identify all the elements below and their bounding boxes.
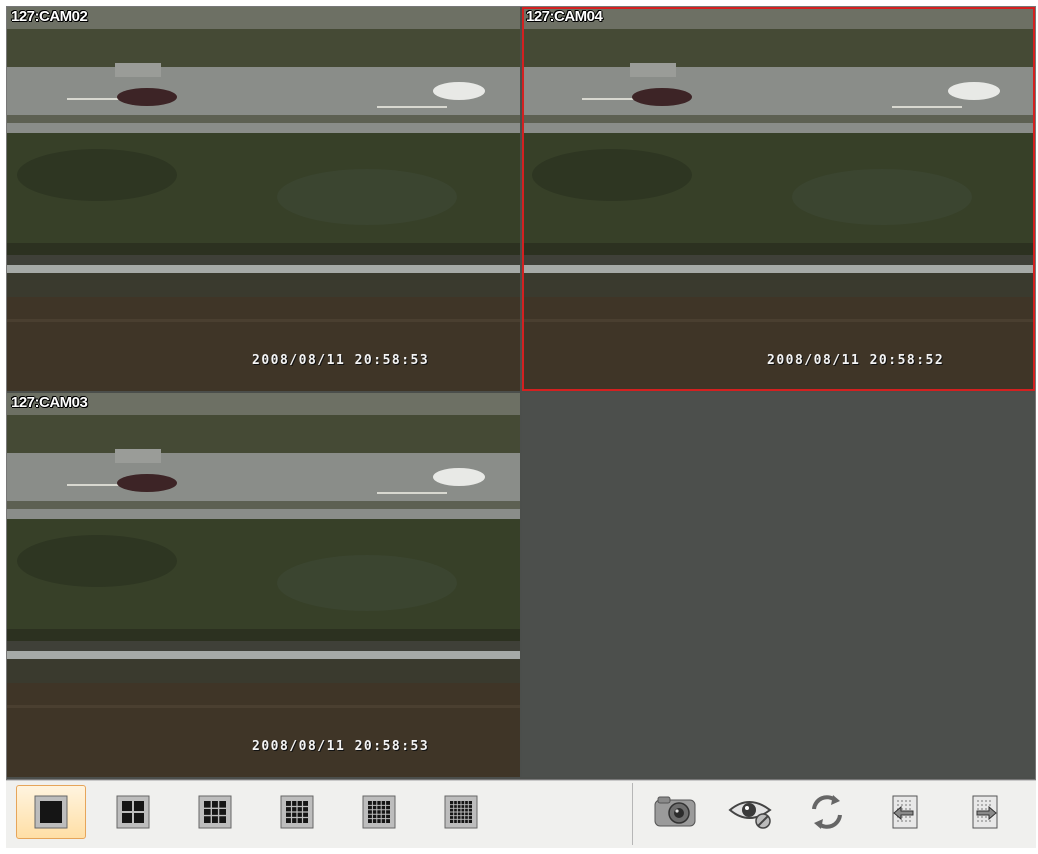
camera-tile-cam04[interactable]: 127:CAM04 2008/08/11 20:58:52 — [522, 7, 1035, 391]
camera-label: 127:CAM02 — [11, 8, 88, 25]
snapshot-button[interactable] — [640, 785, 710, 839]
camera-timestamp: 2008/08/11 20:58:53 — [252, 739, 430, 754]
hide-view-button[interactable] — [716, 785, 786, 839]
layout-2x2-button[interactable] — [98, 785, 168, 839]
camera-feed-image — [7, 393, 520, 777]
camera-feed-image — [522, 7, 1035, 391]
camera-tile-cam02[interactable]: 127:CAM02 2008/08/11 20:58:53 — [7, 7, 520, 391]
next-page-button[interactable] — [950, 785, 1020, 839]
layout-4x4-icon — [280, 795, 314, 829]
bottom-toolbar — [6, 780, 1036, 848]
layout-6x6-icon — [444, 795, 478, 829]
layout-1x1-button[interactable] — [16, 785, 86, 839]
previous-page-icon — [892, 795, 918, 829]
camera-label: 127:CAM04 — [526, 8, 603, 25]
refresh-cycle-icon — [812, 795, 842, 829]
refresh-button[interactable] — [792, 785, 862, 839]
layout-5x5-icon — [362, 795, 396, 829]
layout-6x6-button[interactable] — [426, 785, 496, 839]
layout-4x4-button[interactable] — [262, 785, 332, 839]
next-page-icon — [972, 795, 998, 829]
camera-feed-image — [7, 7, 520, 391]
hide-view-eye-icon — [728, 801, 772, 829]
camera-tile-empty[interactable] — [522, 393, 1035, 777]
snapshot-camera-icon — [654, 796, 696, 827]
layout-3x3-button[interactable] — [180, 785, 250, 839]
camera-timestamp: 2008/08/11 20:58:53 — [252, 353, 430, 368]
camera-tile-cam03[interactable]: 127:CAM03 2008/08/11 20:58:53 — [7, 393, 520, 777]
video-grid: 127:CAM02 2008/08/11 20:58:53 127:CAM04 … — [6, 6, 1036, 780]
toolbar-separator — [632, 783, 633, 845]
previous-page-button[interactable] — [870, 785, 940, 839]
layout-5x5-button[interactable] — [344, 785, 414, 839]
layout-3x3-icon — [198, 795, 232, 829]
camera-timestamp: 2008/08/11 20:58:52 — [767, 353, 945, 368]
camera-label: 127:CAM03 — [11, 394, 88, 411]
layout-2x2-icon — [116, 795, 150, 829]
layout-1x1-icon — [34, 795, 68, 829]
